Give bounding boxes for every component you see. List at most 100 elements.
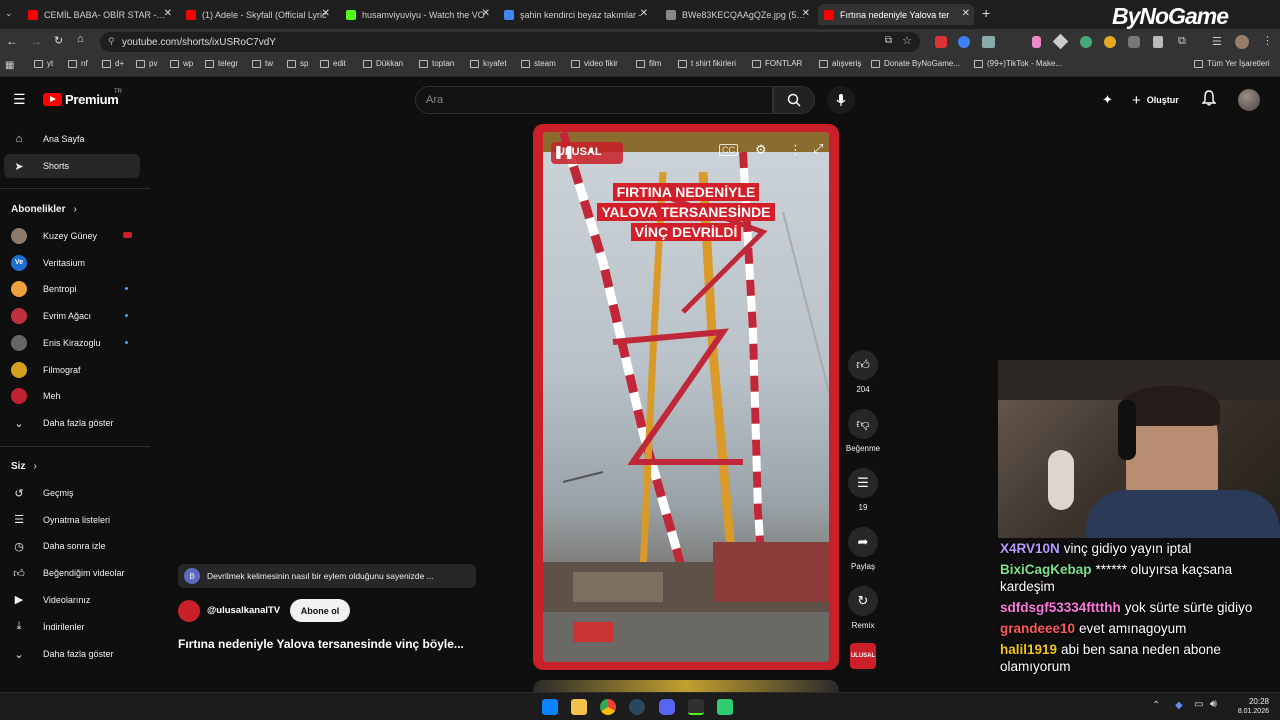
chat-username[interactable]: BixiCagKebap xyxy=(1000,562,1092,577)
extension-icon[interactable] xyxy=(982,36,995,48)
cast-icon[interactable]: ⧉ xyxy=(885,35,892,46)
extensions-puzzle-icon[interactable]: ⧉ xyxy=(1178,35,1186,48)
bookmark-item[interactable]: Dükkan xyxy=(363,59,403,68)
youtube-premium-wordmark[interactable]: Premium xyxy=(65,92,119,107)
volume-tray-icon[interactable]: 🔊︎ xyxy=(1210,698,1217,711)
tray-chevron-icon[interactable]: ⌃ xyxy=(1152,700,1160,711)
new-tab-button[interactable]: + xyxy=(982,5,990,21)
bookmark-item[interactable]: steam xyxy=(521,59,556,68)
bookmark-item[interactable]: Donate ByNoGame... xyxy=(871,59,960,68)
youtube-logo-icon[interactable] xyxy=(43,93,62,106)
subscription-item[interactable]: Enis Kirazoglu xyxy=(4,331,140,355)
subscriptions-heading[interactable]: Abonelikler › xyxy=(11,204,77,215)
reload-icon[interactable]: ↻ xyxy=(54,34,63,47)
sidebar-item[interactable]: ▶ Videolarınız xyxy=(4,588,140,612)
bookmark-item[interactable]: alışveriş xyxy=(819,59,861,68)
sidebar-item[interactable]: 👍︎ Beğendiğim videolar xyxy=(4,561,140,585)
address-bar[interactable]: ⚲ youtube.com/shorts/ixUSRoC7vdY ⧉ ☆ xyxy=(100,32,920,52)
create-button[interactable]: + Oluştur xyxy=(1124,86,1188,114)
notifications-bell-icon[interactable] xyxy=(1201,90,1217,111)
bookmark-item[interactable]: nf xyxy=(68,59,88,68)
bookmark-item[interactable]: edit xyxy=(320,59,346,68)
subscription-item[interactable]: Ve Veritasium xyxy=(4,251,140,275)
extension-icon[interactable] xyxy=(1080,36,1092,48)
short-title[interactable]: Fırtına nedeniyle Yalova tersanesinde vi… xyxy=(178,637,464,651)
next-short-preview[interactable] xyxy=(533,680,839,692)
apps-grid-icon[interactable]: ▦ xyxy=(5,60,14,71)
bookmark-item[interactable]: kıyafet xyxy=(470,59,507,68)
bookmark-item[interactable]: sp xyxy=(287,59,308,68)
bookmark-item[interactable]: t shirt fikirleri xyxy=(678,59,736,68)
dislike-button[interactable]: 👎︎ xyxy=(848,409,878,439)
captions-icon[interactable]: CC xyxy=(719,144,738,156)
share-button[interactable]: ➦ xyxy=(848,527,878,557)
gamepad-icon[interactable]: ✦ xyxy=(1102,92,1113,108)
search-input[interactable]: Ara xyxy=(415,86,773,114)
subscription-item[interactable]: Kuzey Güney xyxy=(4,224,140,248)
clock-date[interactable]: 8.01.2026 xyxy=(1225,708,1269,715)
steam-icon[interactable] xyxy=(629,699,645,715)
chat-username[interactable]: grandeee10 xyxy=(1000,621,1075,636)
browser-tab[interactable]: şahin kendirci beyaz takımlar - ✕ xyxy=(498,4,652,25)
bookmark-item[interactable]: tw xyxy=(252,59,273,68)
obs-icon[interactable] xyxy=(688,699,704,715)
bookmark-item[interactable]: video fikir xyxy=(571,59,618,68)
subscribe-button[interactable]: Abone ol xyxy=(290,599,350,622)
tab-close-icon[interactable]: ✕ xyxy=(164,8,172,19)
bookmark-item[interactable]: film xyxy=(636,59,661,68)
subscription-item[interactable]: Filmograf xyxy=(4,358,140,382)
sidebar-item[interactable]: ⤓ İndirilenler xyxy=(4,615,140,639)
start-windows-icon[interactable] xyxy=(542,699,558,715)
forward-icon[interactable]: → xyxy=(30,34,42,48)
app-icon[interactable] xyxy=(717,699,733,715)
subscription-item[interactable]: Meh xyxy=(4,384,140,408)
tab-close-icon[interactable]: ✕ xyxy=(482,8,490,19)
browser-tab[interactable]: BWe83KECQAAgQZe.jpg (599× ✕ xyxy=(660,4,814,25)
home-browser-icon[interactable]: ⌂ xyxy=(77,33,84,45)
bookmark-item[interactable]: (99+)TikTok - Make... xyxy=(974,59,1062,68)
extension-icon[interactable] xyxy=(1128,36,1140,48)
shorts-player[interactable]: ULUSAL ❚❚ 🔈︎ CC ⚙ ⋮ ⤢ FIRTINA NEDENİYLE … xyxy=(533,124,839,670)
profile-avatar[interactable] xyxy=(1235,35,1249,49)
chrome-icon[interactable] xyxy=(600,699,616,715)
pause-icon[interactable]: ❚❚ xyxy=(553,144,575,160)
volume-icon[interactable]: 🔈︎ xyxy=(589,143,596,158)
chat-username[interactable]: sdfdsgf53334fttthh xyxy=(1000,600,1121,615)
chat-username[interactable]: X4RV10N xyxy=(1000,541,1060,556)
extension-icon[interactable] xyxy=(1032,36,1041,48)
chat-username[interactable]: halil1919 xyxy=(1000,642,1057,657)
you-heading[interactable]: Siz › xyxy=(11,461,37,472)
comments-button[interactable]: ☰ xyxy=(848,468,878,498)
tab-close-icon[interactable]: ✕ xyxy=(962,8,970,19)
tab-search-icon[interactable]: ⌄ xyxy=(5,8,13,19)
extension-icon[interactable] xyxy=(1052,33,1069,50)
bookmark-item[interactable]: telegr xyxy=(205,59,238,68)
like-button[interactable]: 👍︎ xyxy=(848,350,878,380)
channel-avatar[interactable] xyxy=(178,600,200,622)
remix-button[interactable]: ↻ xyxy=(848,586,878,616)
tab-close-icon[interactable]: ✕ xyxy=(640,8,648,19)
comment-preview[interactable]: B Devrilmek kelimesinin nasıl bir eylem … xyxy=(178,564,476,588)
extension-icon[interactable] xyxy=(1153,36,1163,48)
bookmark-item[interactable]: Tüm Yer İşaretleri xyxy=(1194,59,1270,68)
bookmark-item[interactable]: toptan xyxy=(419,59,454,68)
bookmark-star-icon[interactable]: ☆ xyxy=(902,34,912,47)
tray-app-icon[interactable]: ◆ xyxy=(1175,700,1183,711)
sidebar-item[interactable]: ⌂ Ana Sayfa xyxy=(4,127,140,151)
extension-icon[interactable] xyxy=(958,36,970,48)
browser-tab[interactable]: (1) Adele - Skyfall (Official Lyric ✕ xyxy=(180,4,334,25)
browser-tab[interactable]: Fırtına nedeniyle Yalova ter ✕ xyxy=(818,4,974,25)
network-icon[interactable]: ▭ xyxy=(1194,699,1203,710)
hamburger-menu-icon[interactable]: ☰ xyxy=(13,91,26,108)
browser-menu-icon[interactable]: ⋮ xyxy=(1262,34,1273,47)
extension-icon[interactable] xyxy=(935,36,947,48)
fullscreen-icon[interactable]: ⤢ xyxy=(813,141,823,157)
menu-lines-icon[interactable]: ☰ xyxy=(1212,35,1222,48)
more-options-icon[interactable]: ⋮ xyxy=(789,142,802,158)
tab-close-icon[interactable]: ✕ xyxy=(322,8,330,19)
sidebar-item[interactable]: ◷ Daha sonra izle xyxy=(4,534,140,558)
extension-icon[interactable] xyxy=(1104,36,1116,48)
channel-badge[interactable]: ULUSAL xyxy=(850,643,876,669)
sidebar-item[interactable]: ⌄ Daha fazla göster xyxy=(4,411,140,435)
sidebar-item[interactable]: ⌄ Daha fazla göster xyxy=(4,642,140,666)
